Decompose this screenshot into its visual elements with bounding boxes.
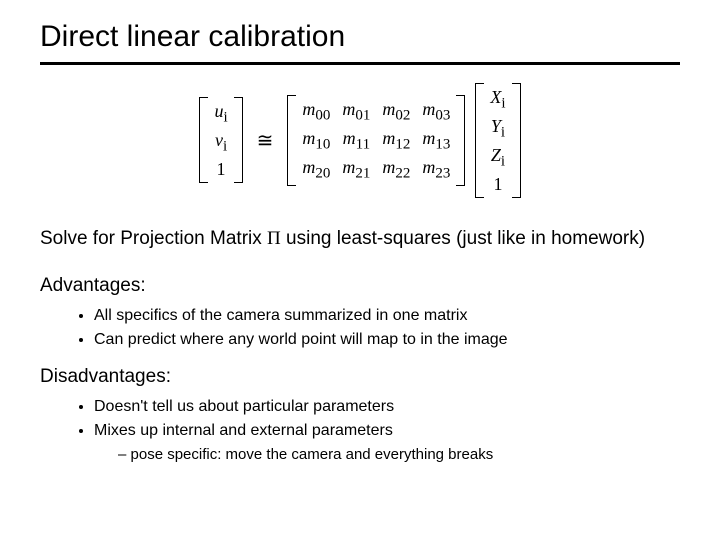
slide: Direct linear calibration ui vi 1 ≅ m00 … xyxy=(0,0,720,485)
list-item: pose specific: move the camera and every… xyxy=(118,445,680,465)
vector-x: Xi Yi Zi 1 xyxy=(475,83,520,198)
list-item: Doesn't tell us about particular paramet… xyxy=(94,396,680,418)
disadvantages-list: Doesn't tell us about particular paramet… xyxy=(40,396,680,441)
pi-symbol: Π xyxy=(267,228,281,249)
advantages-list: All specifics of the camera summarized i… xyxy=(40,305,680,350)
matrix-m: m00 m10 m20 m01 m11 m21 m02 m12 m22 m03 … xyxy=(287,95,465,186)
solve-pre: Solve for Projection Matrix xyxy=(40,228,267,249)
disadvantages-heading: Disadvantages: xyxy=(40,364,680,390)
slide-title: Direct linear calibration xyxy=(40,20,680,58)
list-item: All specifics of the camera summarized i… xyxy=(94,305,680,327)
list-item: Can predict where any world point will m… xyxy=(94,329,680,351)
congruent-symbol: ≅ xyxy=(253,128,278,153)
sub-list: pose specific: move the camera and every… xyxy=(40,445,680,465)
list-item: Mixes up internal and external parameter… xyxy=(94,420,680,442)
advantages-heading: Advantages: xyxy=(40,273,680,299)
projection-equation: ui vi 1 ≅ m00 m10 m20 m01 m11 m21 xyxy=(40,83,680,198)
solve-post: using least-squares (just like in homewo… xyxy=(281,228,645,249)
title-underline xyxy=(40,62,680,65)
slide-body: Solve for Projection Matrix Π using leas… xyxy=(40,226,680,466)
solve-paragraph: Solve for Projection Matrix Π using leas… xyxy=(40,226,680,252)
vector-u: ui vi 1 xyxy=(199,97,242,183)
